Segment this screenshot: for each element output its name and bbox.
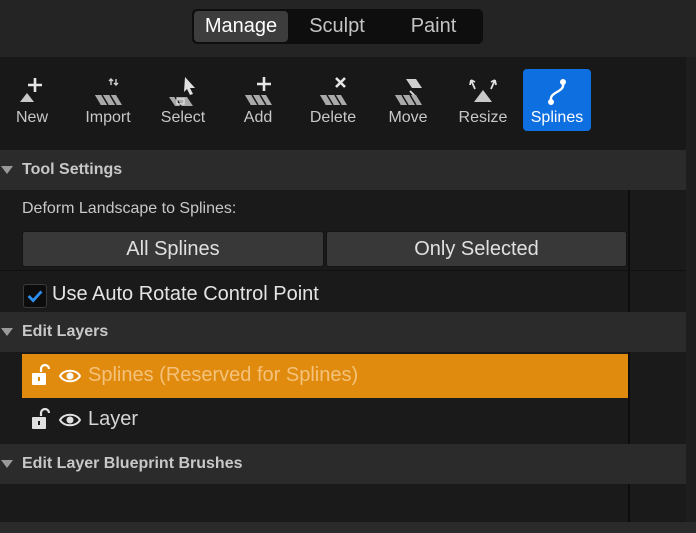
column-divider (628, 190, 630, 312)
collapse-arrow-icon (1, 460, 13, 468)
visibility-eye-icon[interactable] (58, 366, 82, 386)
add-icon (243, 77, 272, 106)
tool-add-label: Add (243, 109, 273, 126)
import-icon (93, 78, 122, 106)
tool-import-button[interactable]: Import (74, 69, 142, 131)
layer-name: Layer (88, 408, 139, 430)
deform-label: Deform Landscape to Splines: (22, 200, 237, 217)
tool-move-label: Move (388, 109, 428, 126)
tool-import-label: Import (85, 109, 131, 126)
mode-sculpt-button[interactable]: Sculpt (290, 11, 384, 42)
tool-add-button[interactable]: Add (224, 69, 292, 131)
checkmark-icon (27, 290, 43, 303)
tool-move-button[interactable]: Move (374, 69, 442, 131)
tool-select-label: Select (160, 109, 206, 126)
unlock-icon[interactable] (30, 407, 52, 431)
column-divider (628, 484, 630, 522)
resize-icon (469, 79, 497, 102)
layer-row-layer[interactable]: Layer (22, 398, 628, 442)
tool-new-button[interactable]: New (0, 69, 66, 131)
edit-layers-header[interactable]: Edit Layers (0, 312, 686, 352)
tool-settings-title: Tool Settings (22, 161, 123, 178)
column-divider (628, 352, 630, 444)
blueprint-brushes-title: Edit Layer Blueprint Brushes (22, 455, 243, 472)
auto-rotate-checkbox[interactable] (23, 284, 47, 308)
tool-palette: New Import Select Add Delete Move Resize… (0, 57, 696, 150)
tool-splines-label: Splines (530, 109, 584, 126)
layer-name: Splines (Reserved for Splines) (88, 364, 359, 386)
collapse-arrow-icon (1, 166, 13, 174)
select-icon (169, 77, 195, 107)
auto-rotate-label: Use Auto Rotate Control Point (52, 283, 319, 305)
tool-select-button[interactable]: Select (149, 69, 217, 131)
tool-resize-button[interactable]: Resize (449, 69, 517, 131)
tool-delete-label: Delete (309, 109, 357, 126)
bottom-strip (0, 522, 696, 533)
new-icon (20, 78, 42, 102)
collapse-arrow-icon (1, 328, 13, 336)
panel-scroll-track (686, 57, 696, 522)
mode-selector: Manage Sculpt Paint (192, 9, 483, 44)
blueprint-brushes-body (0, 484, 686, 522)
layer-row-splines[interactable]: Splines (Reserved for Splines) (22, 354, 628, 398)
all-splines-button[interactable]: All Splines (22, 231, 324, 267)
blueprint-brushes-header[interactable]: Edit Layer Blueprint Brushes (0, 444, 686, 484)
tool-settings-header[interactable]: Tool Settings (0, 150, 686, 190)
tool-delete-button[interactable]: Delete (299, 69, 367, 131)
only-selected-button[interactable]: Only Selected (326, 231, 627, 267)
mode-manage-button[interactable]: Manage (194, 11, 288, 42)
tool-splines-button[interactable]: Splines (523, 69, 591, 131)
tool-new-label: New (15, 109, 48, 126)
tool-resize-label: Resize (458, 109, 508, 126)
edit-layers-title: Edit Layers (22, 323, 109, 340)
unlock-icon[interactable] (30, 363, 52, 387)
mode-bar: Manage Sculpt Paint (0, 0, 696, 57)
visibility-eye-icon[interactable] (58, 410, 82, 430)
mode-paint-button[interactable]: Paint (386, 11, 481, 42)
delete-icon (318, 77, 347, 106)
move-icon (393, 79, 422, 106)
splines-icon (548, 79, 566, 105)
